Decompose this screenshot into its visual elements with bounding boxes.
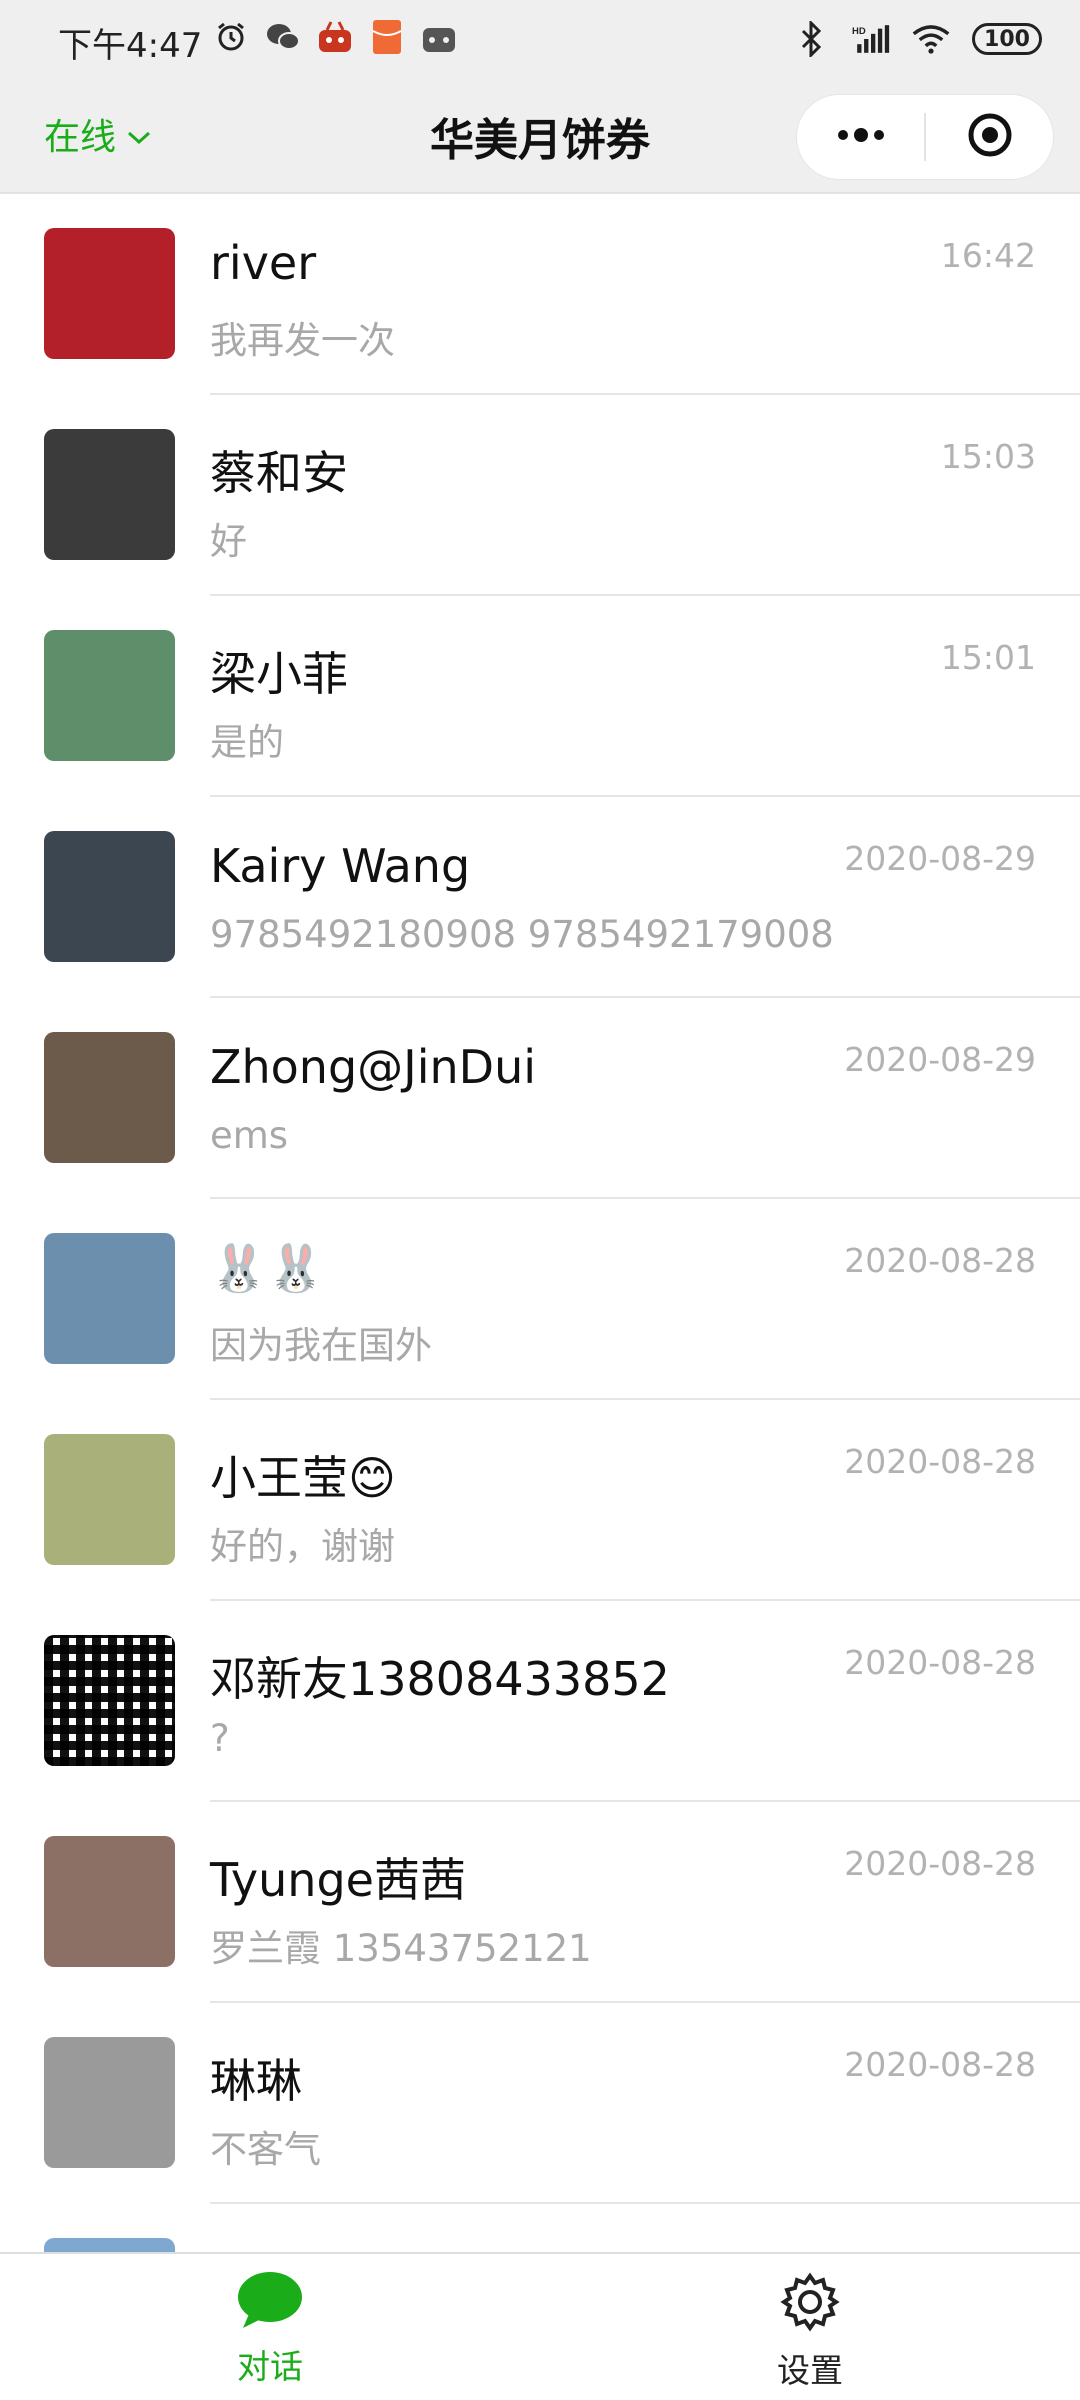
message-time: 2020-08-28 xyxy=(844,1643,1036,1682)
message-time: 2020-08-29 xyxy=(844,1040,1036,1079)
message-time: 15:01 xyxy=(940,638,1036,677)
chat-item[interactable]: 蔡和安好 15:03 xyxy=(0,395,1080,596)
chat-item[interactable]: 邓新友13808433852? 2020-08-28 xyxy=(0,1601,1080,1802)
status-bar: 下午4:47 HD 100 xyxy=(0,0,1080,84)
contact-name: 梁小菲 xyxy=(210,647,348,701)
message-preview: 是的 xyxy=(210,721,284,764)
contact-name: 🐰🐰 xyxy=(210,1241,325,1295)
avatar xyxy=(44,1635,175,1766)
wifi-icon xyxy=(912,20,950,58)
message-preview: 因为我在国外 xyxy=(210,1324,432,1367)
wechat-icon xyxy=(264,18,302,56)
avatar xyxy=(44,1434,175,1565)
message-preview: ? xyxy=(210,1717,230,1760)
gear-icon xyxy=(778,2272,842,2338)
chat-item[interactable] xyxy=(0,2204,1080,2252)
svg-text:HD: HD xyxy=(852,26,866,37)
avatar xyxy=(44,831,175,962)
contact-name: Zhong@JinDui xyxy=(210,1040,537,1094)
avatar xyxy=(44,228,175,359)
message-time: 2020-08-28 xyxy=(844,1442,1036,1481)
alarm-icon xyxy=(212,18,250,56)
avatar xyxy=(44,429,175,560)
contact-name: 琳琳 xyxy=(210,2054,302,2108)
message-time: 2020-08-28 xyxy=(844,1241,1036,1280)
chat-bubble-icon xyxy=(235,2272,305,2334)
message-time: 15:03 xyxy=(940,437,1036,476)
message-preview: 好的，谢谢 xyxy=(210,1525,395,1568)
avatar xyxy=(44,1032,175,1163)
contact-name: river xyxy=(210,236,317,290)
contact-name: 蔡和安 xyxy=(210,446,348,500)
battery-indicator: 100 xyxy=(972,23,1042,55)
avatar xyxy=(44,1836,175,1967)
tab-settings-label: 设置 xyxy=(777,2351,843,2390)
tab-bar: 对话 设置 xyxy=(0,2252,1080,2400)
message-time: 2020-08-28 xyxy=(844,2045,1036,2084)
avatar xyxy=(44,1233,175,1364)
more-button[interactable] xyxy=(797,95,924,179)
contact-name: 邓新友13808433852 xyxy=(210,1652,670,1706)
hd-signal-icon: HD xyxy=(852,20,890,58)
contact-name: Tyunge茜茜 xyxy=(210,1853,466,1907)
status-time: 下午4:47 xyxy=(58,26,203,66)
chat-item[interactable]: 小王莹😊 好的，谢谢 2020-08-28 xyxy=(0,1400,1080,1601)
contact-name: Kairy Wang xyxy=(210,839,471,893)
chat-item[interactable]: Zhong@JinDui ems 2020-08-29 xyxy=(0,998,1080,1199)
chat-item[interactable]: Tyunge茜茜罗兰霞 13543752121 2020-08-28 xyxy=(0,1802,1080,2003)
message-preview: 罗兰霞 13543752121 xyxy=(210,1927,592,1970)
message-time: 2020-08-29 xyxy=(844,839,1036,878)
avatar xyxy=(44,2238,175,2252)
chat-item[interactable]: Kairy Wang 9785492180908 9785492179008 202… xyxy=(0,797,1080,998)
game-controller-icon xyxy=(420,18,458,56)
tab-chats[interactable]: 对话 xyxy=(170,2270,370,2388)
mini-program-capsule xyxy=(796,94,1054,180)
title-bar: 在线 华美月饼券 xyxy=(0,84,1080,194)
target-icon xyxy=(966,111,1014,163)
status-icons-left xyxy=(212,18,458,56)
chat-item[interactable]: river 我再发一次 16:42 xyxy=(0,194,1080,395)
close-mini-program-button[interactable] xyxy=(926,95,1053,179)
message-preview: 9785492180908 9785492179008 xyxy=(210,913,834,956)
chat-item[interactable]: 琳琳不客气 2020-08-28 xyxy=(0,2003,1080,2204)
chat-list[interactable]: river 我再发一次 16:42 蔡和安好 15:03 梁小菲是的 15:01 Kairy … xyxy=(0,194,1080,2252)
status-icons-right: HD 100 xyxy=(792,20,1042,58)
more-icon xyxy=(833,125,889,149)
tab-settings[interactable]: 设置 xyxy=(710,2270,910,2392)
tab-chats-label: 对话 xyxy=(237,2347,303,2386)
message-preview: 不客气 xyxy=(210,2128,321,2171)
bluetooth-icon xyxy=(792,20,830,58)
red-packet-icon xyxy=(368,18,406,56)
contact-name: 小王莹😊 xyxy=(210,1451,396,1505)
avatar xyxy=(44,2037,175,2168)
avatar xyxy=(44,630,175,761)
message-time: 2020-08-28 xyxy=(844,1844,1036,1883)
message-preview: 我再发一次 xyxy=(210,319,395,362)
message-preview: 好 xyxy=(210,520,247,563)
message-time: 16:42 xyxy=(940,236,1036,275)
app-notification-icon xyxy=(316,18,354,56)
message-preview: ems xyxy=(210,1114,289,1157)
chat-item[interactable]: 🐰🐰 因为我在国外 2020-08-28 xyxy=(0,1199,1080,1400)
chat-item[interactable]: 梁小菲是的 15:01 xyxy=(0,596,1080,797)
